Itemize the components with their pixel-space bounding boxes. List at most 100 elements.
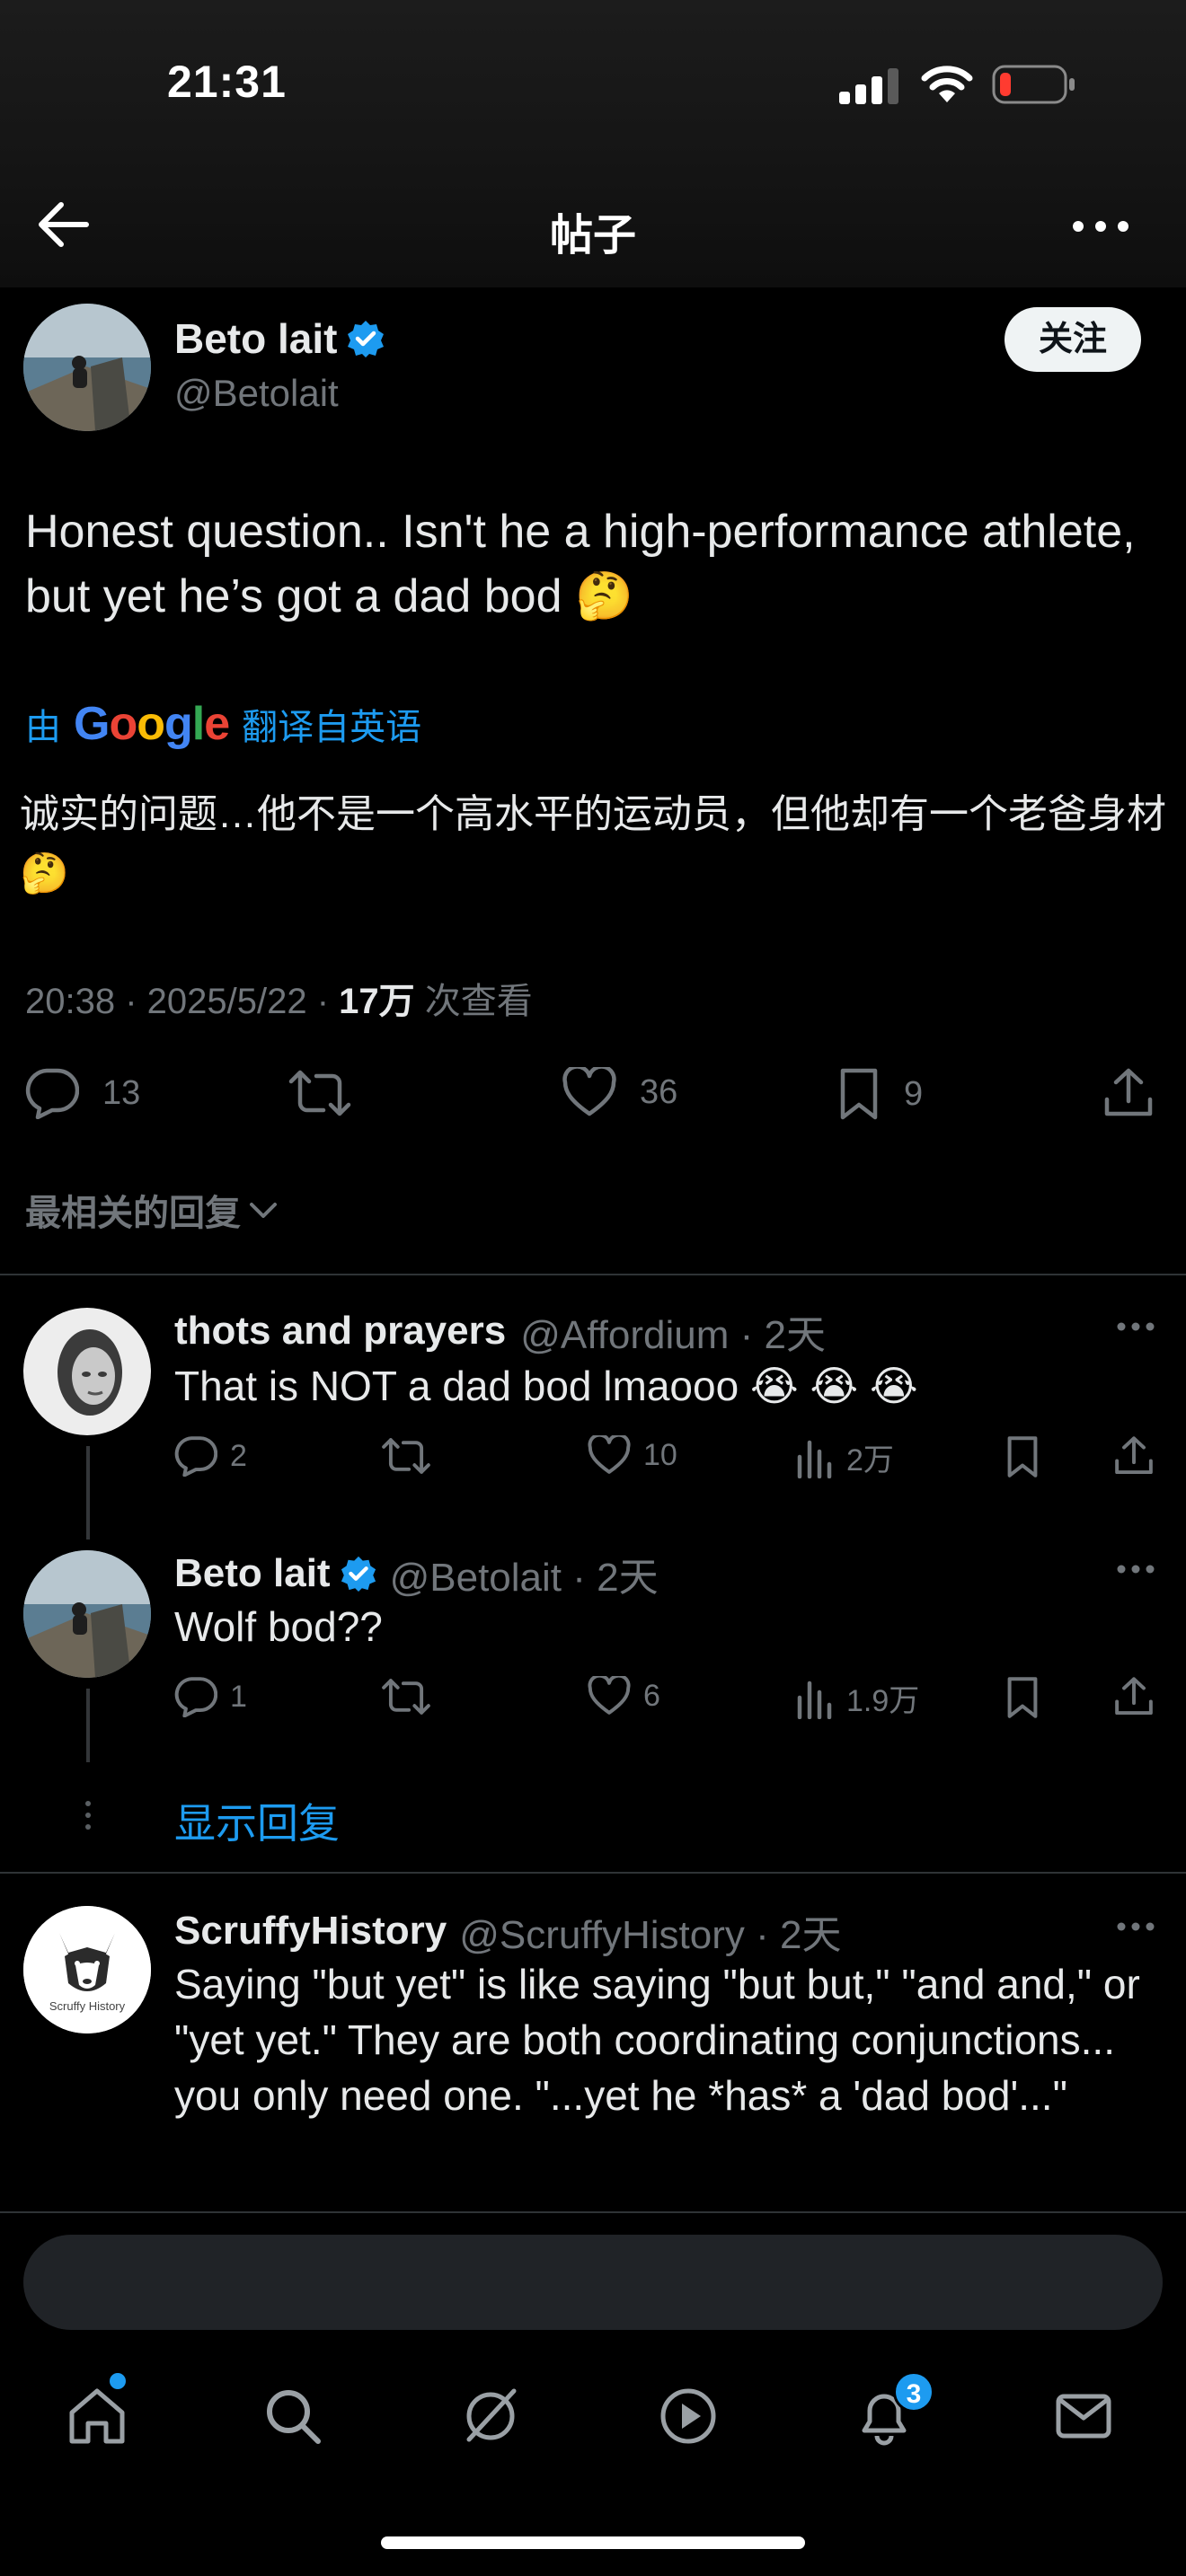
home-icon[interactable]: [65, 2384, 129, 2448]
bookmark-icon: [1007, 1677, 1038, 1718]
like-heart-icon: [588, 1676, 631, 1715]
reply-handle-time[interactable]: @ScruffyHistory · 2天: [459, 1902, 841, 1960]
home-indicator: [381, 2536, 805, 2549]
like-heart-icon: [588, 1435, 631, 1474]
messages-mail-icon[interactable]: [1051, 2384, 1116, 2448]
reply-display-name[interactable]: thots and prayers: [174, 1309, 506, 1354]
reply-header[interactable]: Beto lait @Betolait · 2天: [174, 1545, 659, 1602]
like-action[interactable]: 36: [562, 1067, 677, 1117]
share-icon: [1115, 1436, 1153, 1475]
more-options-icon[interactable]: [1116, 1563, 1155, 1575]
reply-avatar[interactable]: [23, 1550, 151, 1678]
verified-badge-icon: [348, 321, 385, 357]
avatar-logo-text: Scruffy History: [49, 1999, 126, 2013]
like-heart-icon: [562, 1067, 616, 1116]
translated-text: 诚实的问题…他不是一个高水平的运动员，但他却有一个老爸身材🤔: [20, 792, 1166, 895]
share-icon: [1104, 1068, 1153, 1116]
thread-continuation-dots: [85, 1801, 91, 1830]
reply-count: 1: [230, 1679, 247, 1714]
reply-avatar[interactable]: Scruffy History: [23, 1906, 151, 2033]
retweet-action[interactable]: [381, 1676, 431, 1717]
reply-text: Saying "but yet" is like saying "but but…: [174, 1961, 1140, 2119]
reply-text: Wolf bod??: [174, 1603, 383, 1650]
page-title: 帖子: [549, 212, 636, 260]
translate-prefix: 由: [25, 708, 61, 747]
translation-attribution[interactable]: 由 Google 翻译自英语: [25, 697, 421, 751]
reply-handle-time[interactable]: @Betolait · 2天: [390, 1545, 659, 1602]
share-action[interactable]: [1103, 1067, 1154, 1119]
divider: [0, 2211, 1186, 2213]
like-action[interactable]: 10: [588, 1435, 677, 1475]
retweet-icon: [382, 1679, 430, 1715]
search-icon[interactable]: [261, 2384, 325, 2448]
bookmark-action[interactable]: 9: [837, 1067, 923, 1121]
bookmark-icon: [1007, 1436, 1038, 1478]
tweet-meta: 20:38 · 2025/5/22 · 17万 次查看: [25, 972, 533, 1024]
translate-suffix[interactable]: 翻译自英语: [242, 698, 421, 750]
follow-button[interactable]: 关注: [1005, 307, 1141, 372]
home-notification-dot: [110, 2373, 126, 2389]
reply-count: 2: [230, 1438, 247, 1473]
author-name-line[interactable]: Beto lait: [174, 314, 385, 363]
retweet-icon: [382, 1438, 430, 1474]
views-action[interactable]: 1.9万: [796, 1676, 919, 1720]
more-options-icon[interactable]: [1069, 208, 1132, 244]
bookmark-count: 9: [904, 1074, 924, 1113]
reply-display-name[interactable]: Beto lait: [174, 1551, 331, 1596]
chevron-down-icon: [250, 1203, 277, 1218]
more-options-icon[interactable]: [1116, 1320, 1155, 1333]
reply-sort-dropdown[interactable]: 最相关的回复: [25, 1184, 280, 1236]
notifications-badge: 3: [893, 2371, 934, 2413]
views-bar-chart-icon: [797, 1681, 832, 1719]
reply-handle-time[interactable]: @Affordium · 2天: [520, 1302, 826, 1360]
author-display-name[interactable]: Beto lait: [174, 314, 337, 363]
reply-action[interactable]: 2: [174, 1435, 247, 1477]
views-label: 次查看: [414, 982, 533, 1021]
author-handle[interactable]: @Betolait: [174, 372, 339, 415]
reply-header[interactable]: thots and prayers @Affordium · 2天: [174, 1302, 826, 1360]
like-action[interactable]: 6: [588, 1676, 660, 1716]
retweet-action[interactable]: [288, 1067, 352, 1119]
status-time: 21:31: [167, 57, 287, 107]
reply-icon: [174, 1677, 217, 1717]
like-count: 36: [640, 1072, 678, 1111]
views-count: 17万: [339, 982, 415, 1021]
reply-display-name[interactable]: ScruffyHistory: [174, 1909, 447, 1954]
view-count: 2万: [846, 1443, 894, 1478]
reply-header[interactable]: ScruffyHistory @ScruffyHistory · 2天: [174, 1902, 841, 1960]
divider: [0, 1274, 1186, 1275]
bookmark-icon: [840, 1068, 878, 1120]
author-avatar[interactable]: [23, 304, 151, 431]
verified-badge-icon: [341, 1556, 376, 1592]
tweet-timestamp: 20:38 · 2025/5/22 ·: [25, 982, 340, 1021]
bookmark-action[interactable]: [1005, 1676, 1040, 1719]
thread-line: [86, 1446, 90, 1539]
cellular-signal-icon: [839, 68, 898, 104]
like-count: 6: [643, 1678, 660, 1713]
sort-label: 最相关的回复: [25, 1194, 241, 1233]
share-icon: [1115, 1677, 1153, 1716]
more-options-icon[interactable]: [1116, 1920, 1155, 1933]
view-count: 1.9万: [846, 1684, 920, 1718]
reply-icon: [25, 1068, 79, 1119]
views-action[interactable]: 2万: [796, 1435, 894, 1479]
reply-avatar[interactable]: [23, 1308, 151, 1435]
thread-line: [86, 1689, 90, 1762]
reply-action[interactable]: 1: [174, 1676, 247, 1717]
grok-icon[interactable]: [458, 2384, 523, 2448]
retweet-action[interactable]: [381, 1435, 431, 1477]
retweet-icon: [288, 1070, 351, 1116]
tweet-text: Honest question.. Isn't he a high-perfor…: [25, 506, 1136, 622]
share-action[interactable]: [1114, 1676, 1154, 1717]
divider: [0, 1872, 1186, 1874]
bookmark-action[interactable]: [1005, 1435, 1040, 1478]
reply-action[interactable]: 13: [25, 1067, 140, 1119]
reply-text: That is NOT a dad bod lmaooo 😭 😭 😭: [174, 1363, 918, 1409]
show-replies-link[interactable]: 显示回复: [174, 1791, 340, 1850]
share-action[interactable]: [1114, 1435, 1154, 1477]
reply-compose-input[interactable]: [23, 2235, 1163, 2330]
views-bar-chart-icon: [797, 1440, 832, 1478]
reply-icon: [174, 1436, 217, 1477]
video-play-icon[interactable]: [656, 2384, 721, 2448]
battery-icon: [992, 65, 1075, 104]
